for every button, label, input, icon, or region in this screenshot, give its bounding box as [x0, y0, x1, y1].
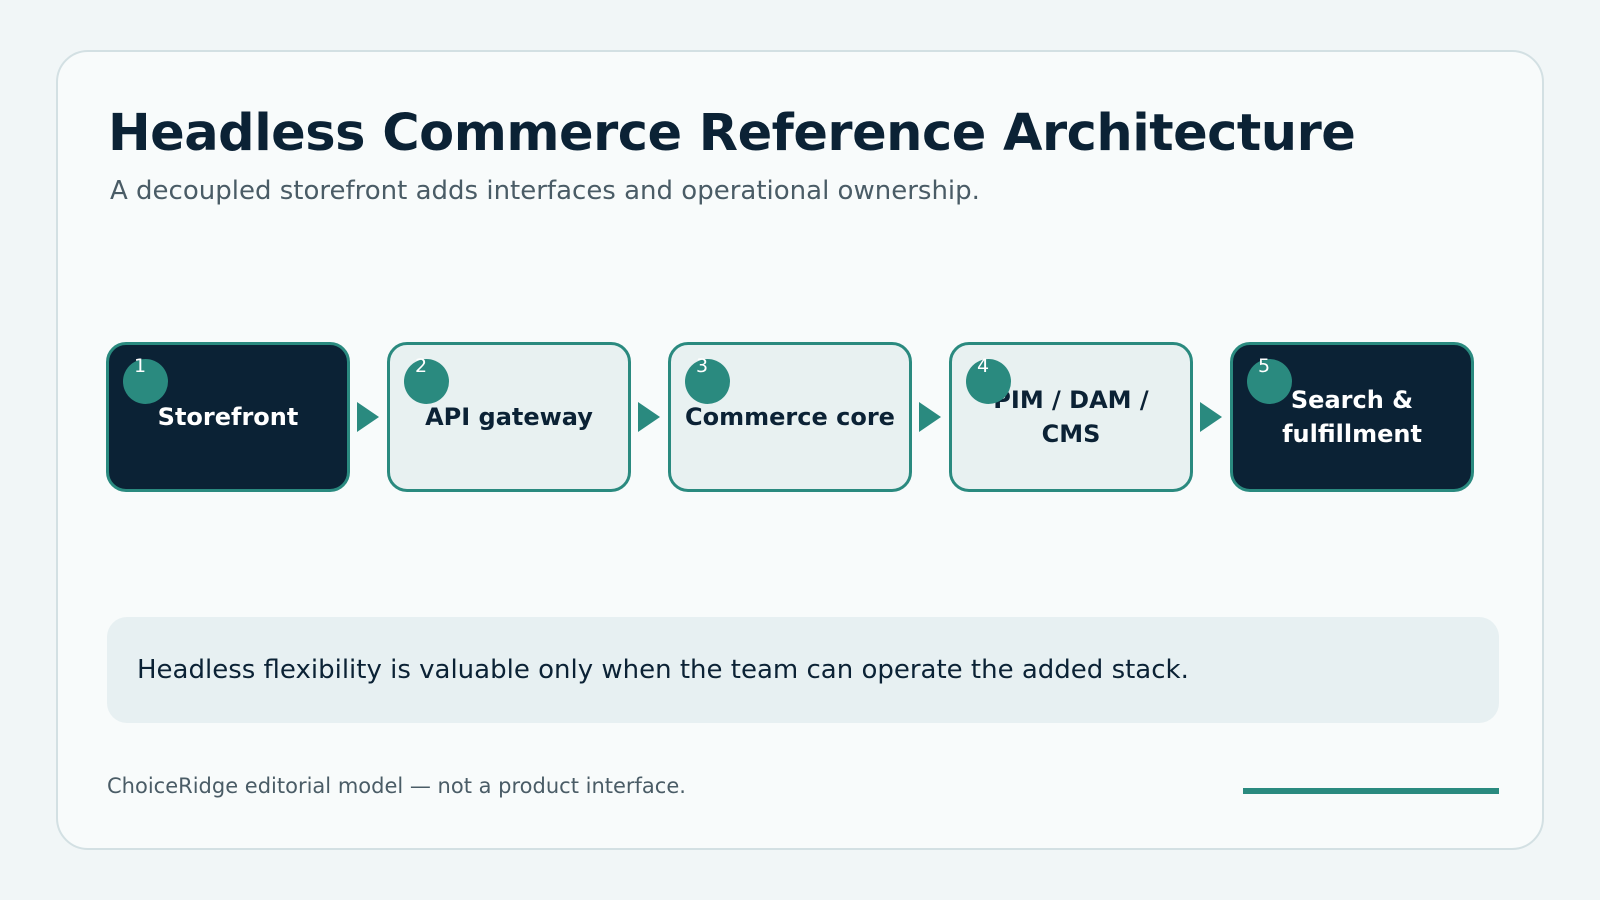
node-api-gateway: 2 API gateway	[387, 342, 631, 492]
step-number: 2	[415, 355, 428, 377]
arrow-right-icon	[357, 402, 379, 432]
node-storefront: 1 Storefront	[106, 342, 350, 492]
accent-rule	[1243, 788, 1499, 794]
takeaway-callout: Headless flexibility is valuable only wh…	[107, 617, 1499, 723]
footer-note: ChoiceRidge editorial model — not a prod…	[107, 774, 686, 798]
node-label: Commerce core	[685, 403, 895, 431]
takeaway-text: Headless flexibility is valuable only wh…	[137, 655, 1189, 685]
node-commerce-core: 3 Commerce core	[668, 342, 912, 492]
step-number: 5	[1258, 355, 1271, 377]
step-number: 4	[977, 355, 990, 377]
slide-card: Headless Commerce Reference Architecture…	[56, 50, 1544, 850]
node-search-fulfillment: 5 Search & fulfillment	[1230, 342, 1474, 492]
node-label: API gateway	[425, 403, 593, 431]
node-label: Storefront	[157, 403, 299, 431]
architecture-flow: 1 Storefront 2 API gateway 3 Commerce co…	[106, 342, 1498, 492]
arrow-right-icon	[638, 402, 660, 432]
page-title: Headless Commerce Reference Architecture	[108, 104, 1356, 163]
step-number: 3	[696, 355, 709, 377]
step-number: 1	[134, 355, 147, 377]
page-subtitle: A decoupled storefront adds interfaces a…	[110, 176, 980, 206]
arrow-right-icon	[919, 402, 941, 432]
node-pim-dam-cms: 4 PIM / DAM / CMS	[949, 342, 1193, 492]
arrow-right-icon	[1200, 402, 1222, 432]
